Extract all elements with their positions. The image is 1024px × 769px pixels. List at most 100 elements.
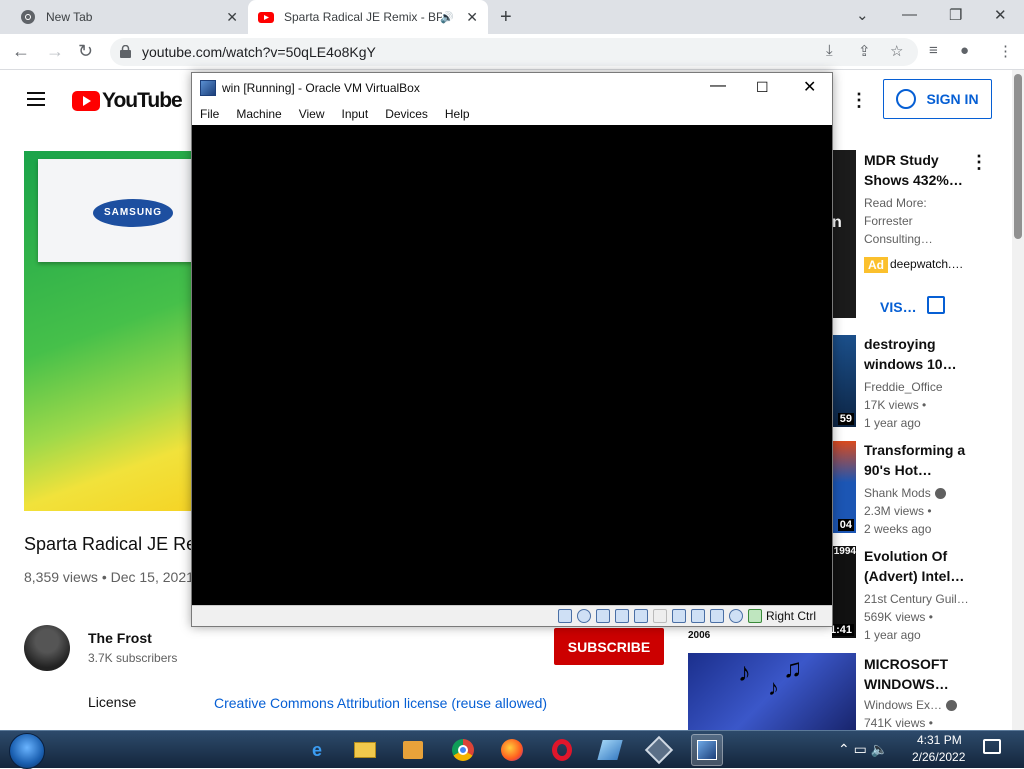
restore-button[interactable]: ❐ [949,6,962,24]
year-label: 1994 [833,546,856,557]
app-icon[interactable] [594,734,626,766]
ad-thumbnail[interactable]: n [832,150,856,318]
close-button[interactable]: ✕ [803,77,816,97]
sidebar-channel[interactable]: 21st Century Guil… [864,590,974,608]
clock-time[interactable]: 4:31 PM [917,733,962,747]
window-titlebar[interactable]: win [Running] - Oracle VM VirtualBox — ☐… [192,73,832,103]
video-thumbnail[interactable]: 59 [832,335,856,427]
duration-badge: 04 [837,519,854,531]
cpu-icon[interactable] [710,609,724,623]
ad-visit-button[interactable]: VIS… [880,299,917,315]
minimize-button[interactable]: — [710,77,726,95]
chrome-icon [21,10,35,24]
keyboard-capture-icon[interactable] [748,609,762,623]
sign-in-label: SIGN IN [926,91,979,107]
status-bar: Right Ctrl [192,605,832,626]
sidebar-channel[interactable]: Freddie_Office [864,378,974,396]
new-tab-button[interactable]: + [500,6,512,29]
sidebar-channel[interactable]: Windows Ex… [864,698,958,712]
ie-icon[interactable]: e [301,734,333,766]
optical-drive-icon[interactable] [577,609,591,623]
hard-disk-icon[interactable] [558,609,572,623]
back-button[interactable]: ← [12,41,30,62]
menu-view[interactable]: View [299,107,325,121]
browser-menu-icon[interactable]: ⋮ [998,42,1013,60]
tab-label: Sparta Radical JE Remix - BP [284,10,442,24]
external-link-icon[interactable] [927,296,945,314]
mouse-integration-icon[interactable] [729,609,743,623]
address-bar[interactable]: youtube.com/watch?v=50qLE4o8KgY [110,38,918,66]
avatar[interactable] [24,625,70,671]
start-button[interactable] [9,733,45,769]
video-title: Sparta Radical JE Re [24,534,197,554]
media-control-icon[interactable]: ≡ [929,42,938,59]
music-note-icon: ♪ [768,675,779,700]
menu-machine[interactable]: Machine [236,107,281,121]
maximize-button[interactable]: ☐ [756,79,769,96]
url-text: youtube.com/watch?v=50qLE4o8KgY [142,44,376,60]
recording-icon[interactable] [691,609,705,623]
network-icon[interactable] [615,609,629,623]
tab-youtube[interactable]: Sparta Radical JE Remix - BP 🔊 ✕ [248,0,488,34]
vm-display[interactable] [192,125,832,605]
more-options-icon[interactable]: ⋮ [850,90,868,111]
ad-more-icon[interactable]: ⋮ [970,152,988,173]
sidebar-video-title[interactable]: destroying windows 10… [864,334,974,374]
system-tray[interactable]: ⌃ ▭ 🔈 [838,741,888,758]
duration-badge: 59 [837,413,854,425]
license-link[interactable]: Creative Commons Attribution license (re… [214,695,547,711]
tab-new-tab[interactable]: New Tab ✕ [8,0,248,34]
menu-file[interactable]: File [200,107,219,121]
menu-devices[interactable]: Devices [385,107,428,121]
menu-input[interactable]: Input [342,107,369,121]
download-icon[interactable]: ⤓ [826,42,833,59]
chevron-down-icon[interactable]: ⌄ [856,6,869,24]
firefox-icon[interactable] [496,734,528,766]
explorer-icon[interactable] [349,734,381,766]
ad-description: Read More: Forrester Consulting… [864,196,933,246]
channel-name[interactable]: The Frost [88,630,152,646]
vm-icon[interactable] [691,734,723,766]
speaker-icon[interactable]: 🔊 [440,11,454,24]
share-icon[interactable]: ⇪ [858,42,871,60]
video-thumbnail[interactable]: 04 [832,441,856,533]
display-icon[interactable] [672,609,686,623]
sidebar-video-title[interactable]: Evolution Of (Advert) Intel… [864,546,974,586]
chrome-icon[interactable] [447,734,479,766]
youtube-logo[interactable]: YouTube [72,89,183,113]
clock-date[interactable]: 2/26/2022 [912,750,965,764]
close-icon[interactable]: ✕ [466,9,478,26]
video-meta: 8,359 views • Dec 15, 2021 [24,569,194,585]
opera-icon[interactable] [546,734,578,766]
scrollbar-thumb[interactable] [1014,74,1022,239]
profile-icon[interactable]: ● [960,42,969,59]
notifications-icon[interactable] [983,739,1001,754]
audio-icon[interactable] [596,609,610,623]
subscribe-button[interactable]: SUBSCRIBE [554,628,664,665]
sidebar-video-title[interactable]: MICROSOFT WINDOWS… [864,654,1024,694]
media-player-icon[interactable] [397,734,429,766]
sign-in-button[interactable]: SIGN IN [883,79,992,119]
virtualbox-window[interactable]: win [Running] - Oracle VM VirtualBox — ☐… [191,72,833,627]
usb-icon[interactable] [634,609,648,623]
sidebar-views: 741K views • [864,716,933,730]
close-icon[interactable]: ✕ [226,9,238,26]
video-thumbnail[interactable]: ♪ ♫ ♪ [688,653,856,730]
menu-help[interactable]: Help [445,107,470,121]
shared-folders-icon[interactable] [653,609,667,623]
virtualbox-icon[interactable] [643,734,675,766]
reload-button[interactable]: ↻ [78,41,93,62]
ad-title[interactable]: MDR Study Shows 432%… [864,150,974,190]
forward-button[interactable]: → [46,41,64,62]
sidebar-channel[interactable]: Shank Mods [864,484,974,502]
samsung-logo: SAMSUNG [93,199,173,227]
channel-label: Shank Mods [864,486,931,500]
video-thumbnail[interactable]: 1994 11:41 [832,546,856,638]
bookmark-star-icon[interactable]: ☆ [890,42,903,60]
lock-icon [120,45,131,58]
close-window-button[interactable]: ✕ [994,6,1007,24]
hamburger-menu-icon[interactable] [27,92,45,106]
minimize-button[interactable]: — [902,6,917,23]
page-scrollbar[interactable] [1012,70,1024,730]
sidebar-video-title[interactable]: Transforming a 90's Hot… [864,440,974,480]
